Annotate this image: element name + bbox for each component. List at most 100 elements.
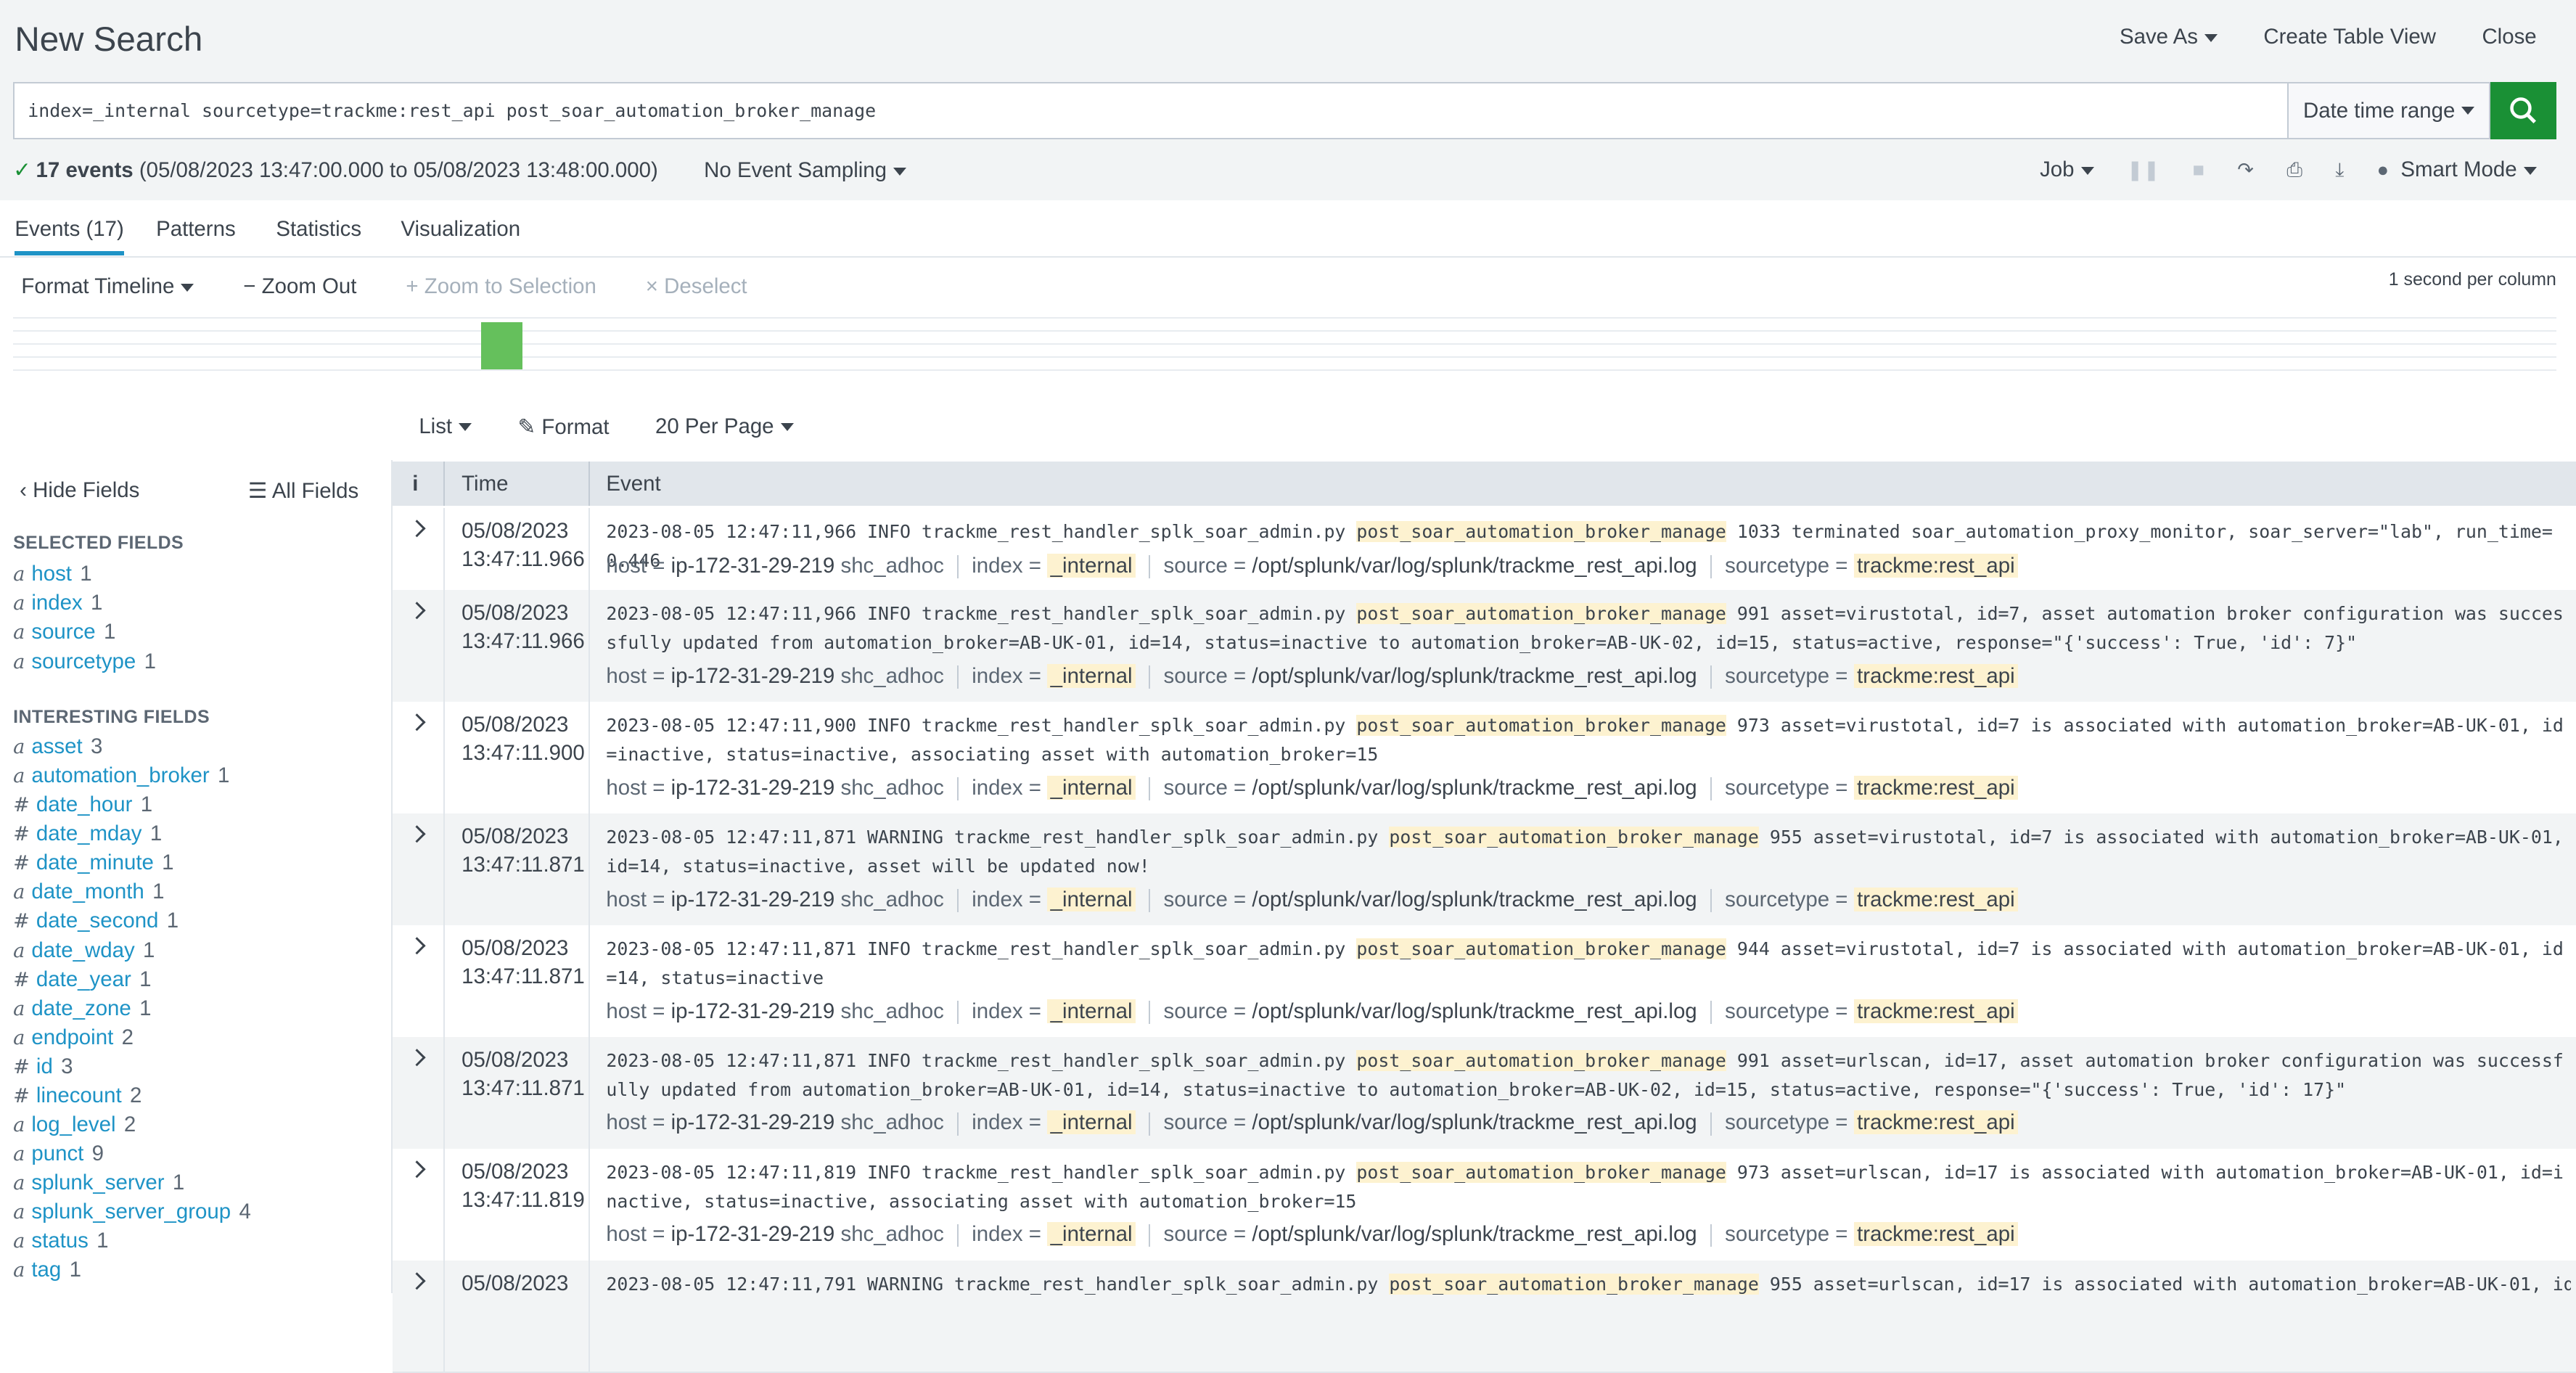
sourcetype-value[interactable]: trackme:rest_api xyxy=(1854,664,2019,688)
tab-statistics[interactable]: Statistics xyxy=(276,217,361,242)
source-value[interactable]: /opt/splunk/var/log/splunk/trackme_rest_… xyxy=(1252,664,1697,688)
sourcetype-value[interactable]: trackme:rest_api xyxy=(1854,1222,2019,1246)
tab-patterns[interactable]: Patterns xyxy=(156,217,236,242)
host-group[interactable]: shc_adhoc xyxy=(840,999,943,1023)
search-term-highlight[interactable]: post_soar_automation_broker_manage xyxy=(1389,1274,1759,1295)
field-item-endpoint[interactable]: aendpoint2 xyxy=(13,1025,134,1050)
event-sampling-menu[interactable]: No Event Sampling xyxy=(704,158,906,183)
search-term-highlight[interactable]: post_soar_automation_broker_manage xyxy=(1389,827,1759,848)
source-value[interactable]: /opt/splunk/var/log/splunk/trackme_rest_… xyxy=(1252,1110,1697,1134)
field-item-id[interactable]: #id3 xyxy=(13,1054,73,1079)
expand-row-button[interactable] xyxy=(393,508,445,590)
field-item-linecount[interactable]: #linecount2 xyxy=(13,1083,141,1108)
field-item-host[interactable]: ahost1 xyxy=(13,562,92,586)
host-value[interactable]: ip-172-31-29-219 xyxy=(671,888,835,911)
source-value[interactable]: /opt/splunk/var/log/splunk/trackme_rest_… xyxy=(1252,554,1697,578)
index-value[interactable]: _internal xyxy=(1047,999,1136,1023)
host-group[interactable]: shc_adhoc xyxy=(840,1222,943,1246)
host-value[interactable]: ip-172-31-29-219 xyxy=(671,999,835,1023)
zoom-to-selection-button[interactable]: + Zoom to Selection xyxy=(406,274,596,299)
expand-row-button[interactable] xyxy=(393,1037,445,1149)
expand-row-button[interactable] xyxy=(393,1149,445,1261)
field-item-splunk-server[interactable]: asplunk_server1 xyxy=(13,1171,184,1195)
time-column-header[interactable]: Time xyxy=(462,472,508,496)
field-item-sourcetype[interactable]: asourcetype1 xyxy=(13,649,156,674)
per-page-menu[interactable]: 20 Per Page xyxy=(655,414,794,440)
index-value[interactable]: _internal xyxy=(1047,1110,1136,1134)
pause-icon[interactable]: ❚❚ xyxy=(2127,158,2160,181)
field-item-date-zone[interactable]: adate_zone1 xyxy=(13,996,151,1021)
search-term-highlight[interactable]: post_soar_automation_broker_manage xyxy=(1356,1162,1726,1183)
deselect-button[interactable]: × Deselect xyxy=(646,274,747,299)
host-value[interactable]: ip-172-31-29-219 xyxy=(671,664,835,688)
search-button[interactable] xyxy=(2490,82,2556,139)
source-value[interactable]: /opt/splunk/var/log/splunk/trackme_rest_… xyxy=(1252,1222,1697,1246)
search-input[interactable]: index=_internal sourcetype=trackme:rest_… xyxy=(13,82,2287,139)
sourcetype-value[interactable]: trackme:rest_api xyxy=(1854,888,2019,911)
sourcetype-value[interactable]: trackme:rest_api xyxy=(1854,999,2019,1023)
host-group[interactable]: shc_adhoc xyxy=(840,554,943,578)
field-item-date-hour[interactable]: #date_hour1 xyxy=(13,792,152,817)
expand-row-button[interactable] xyxy=(393,925,445,1037)
host-value[interactable]: ip-172-31-29-219 xyxy=(671,1110,835,1134)
field-item-date-wday[interactable]: adate_wday1 xyxy=(13,938,155,963)
search-term-highlight[interactable]: post_soar_automation_broker_manage xyxy=(1356,1050,1726,1071)
field-item-tag[interactable]: atag1 xyxy=(13,1258,81,1282)
field-item-date-year[interactable]: #date_year1 xyxy=(13,967,151,992)
index-value[interactable]: _internal xyxy=(1047,776,1136,800)
field-item-date-mday[interactable]: #date_mday1 xyxy=(13,821,162,846)
stop-icon[interactable]: ■ xyxy=(2193,158,2204,181)
create-table-view-button[interactable]: Create Table View xyxy=(2263,25,2436,49)
index-value[interactable]: _internal xyxy=(1047,554,1136,578)
field-item-log-level[interactable]: alog_level2 xyxy=(13,1112,136,1137)
field-item-date-second[interactable]: #date_second1 xyxy=(13,909,179,933)
field-item-date-minute[interactable]: #date_minute1 xyxy=(13,851,173,875)
tab-visualization[interactable]: Visualization xyxy=(401,217,520,242)
search-term-highlight[interactable]: post_soar_automation_broker_manage xyxy=(1356,715,1726,736)
list-menu[interactable]: List xyxy=(419,414,472,440)
field-item-splunk-server-group[interactable]: asplunk_server_group4 xyxy=(13,1200,251,1224)
host-group[interactable]: shc_adhoc xyxy=(840,776,943,800)
expand-row-button[interactable] xyxy=(393,1261,445,1372)
host-value[interactable]: ip-172-31-29-219 xyxy=(671,1222,835,1246)
search-term-highlight[interactable]: post_soar_automation_broker_manage xyxy=(1356,603,1726,624)
all-fields-button[interactable]: ☰ All Fields xyxy=(248,478,358,504)
field-item-index[interactable]: aindex1 xyxy=(13,591,102,615)
host-value[interactable]: ip-172-31-29-219 xyxy=(671,554,835,578)
hide-fields-button[interactable]: ‹ Hide Fields xyxy=(20,478,139,503)
field-item-status[interactable]: astatus1 xyxy=(13,1229,108,1253)
date-range-picker[interactable]: Date time range xyxy=(2287,82,2490,139)
search-term-highlight[interactable]: post_soar_automation_broker_manage xyxy=(1356,938,1726,959)
expand-row-button[interactable] xyxy=(393,813,445,925)
field-item-punct[interactable]: apunct9 xyxy=(13,1142,104,1166)
index-value[interactable]: _internal xyxy=(1047,1222,1136,1246)
sourcetype-value[interactable]: trackme:rest_api xyxy=(1854,554,2019,578)
host-group[interactable]: shc_adhoc xyxy=(840,888,943,911)
field-item-source[interactable]: asource1 xyxy=(13,620,115,644)
expand-row-button[interactable] xyxy=(393,702,445,813)
format-timeline-menu[interactable]: Format Timeline xyxy=(21,274,194,299)
index-value[interactable]: _internal xyxy=(1047,888,1136,911)
host-group[interactable]: shc_adhoc xyxy=(840,1110,943,1134)
share-icon[interactable]: ↷ xyxy=(2237,158,2254,181)
host-value[interactable]: ip-172-31-29-219 xyxy=(671,776,835,800)
source-value[interactable]: /opt/splunk/var/log/splunk/trackme_rest_… xyxy=(1252,888,1697,911)
field-item-automation-broker[interactable]: aautomation_broker1 xyxy=(13,763,229,788)
host-group[interactable]: shc_adhoc xyxy=(840,664,943,688)
source-value[interactable]: /opt/splunk/var/log/splunk/trackme_rest_… xyxy=(1252,776,1697,800)
index-value[interactable]: _internal xyxy=(1047,664,1136,688)
search-mode-menu[interactable]: ● Smart Mode xyxy=(2377,157,2537,182)
field-item-date-month[interactable]: adate_month1 xyxy=(13,880,164,904)
timeline-bar[interactable] xyxy=(481,322,522,370)
close-button[interactable]: Close xyxy=(2482,25,2536,49)
sourcetype-value[interactable]: trackme:rest_api xyxy=(1854,776,2019,800)
field-item-asset[interactable]: aasset3 xyxy=(13,734,102,759)
search-term-highlight[interactable]: post_soar_automation_broker_manage xyxy=(1356,521,1726,542)
job-menu[interactable]: Job xyxy=(2040,157,2093,182)
export-icon[interactable]: ⤓ xyxy=(2335,158,2344,182)
tab-events[interactable]: Events (17) xyxy=(15,217,123,256)
print-icon[interactable]: ⎙ xyxy=(2286,158,2302,182)
timeline-chart[interactable] xyxy=(13,317,2556,372)
zoom-out-button[interactable]: − Zoom Out xyxy=(243,274,356,299)
source-value[interactable]: /opt/splunk/var/log/splunk/trackme_rest_… xyxy=(1252,999,1697,1023)
